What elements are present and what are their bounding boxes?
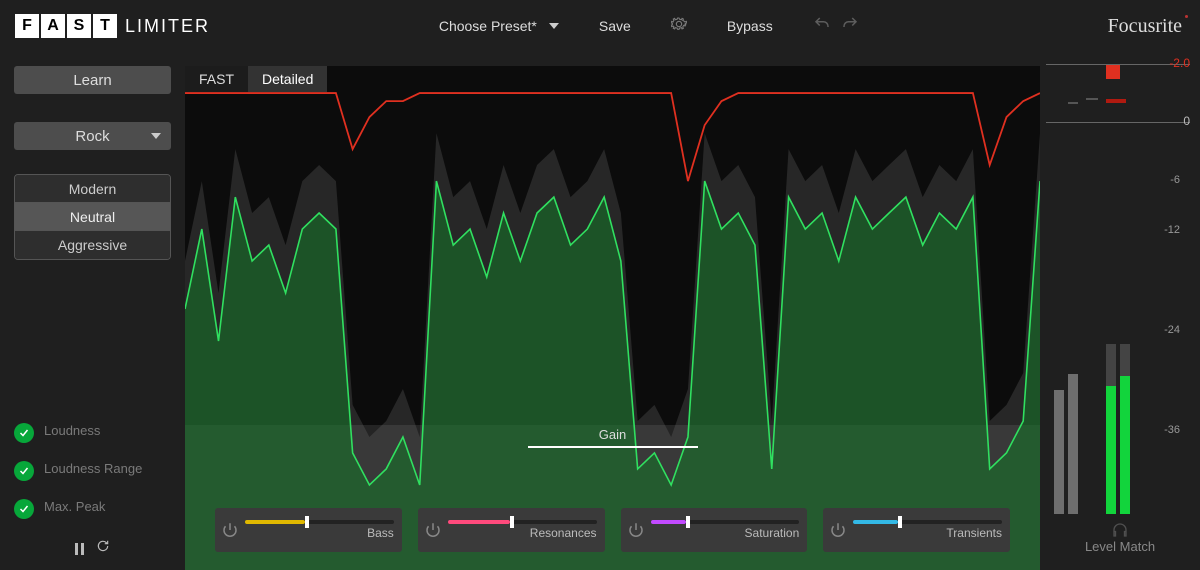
param-transients: Transients [823, 508, 1010, 552]
main-display: FASTDetailed Gain Bass Resonances Saturati… [185, 52, 1040, 570]
power-toggle[interactable] [424, 521, 442, 539]
learn-button[interactable]: Learn [14, 66, 171, 94]
headphones-icon [1111, 521, 1129, 539]
bypass-button[interactable]: Bypass [727, 18, 773, 34]
logo-letter: A [41, 14, 65, 38]
param-slider[interactable] [448, 520, 597, 524]
check-row: Loudness Range [14, 461, 171, 481]
gain-label: Gain [528, 427, 698, 442]
zero-label: 0 [1183, 114, 1190, 128]
redo-icon [841, 15, 859, 33]
check-row: Loudness [14, 423, 171, 443]
param-label: Saturation [651, 526, 800, 540]
pause-icon [75, 543, 84, 555]
view-tabs: FASTDetailed [185, 66, 327, 92]
param-resonances: Resonances [418, 508, 605, 552]
meter-tick: -6 [1170, 174, 1180, 186]
power-toggle[interactable] [627, 521, 645, 539]
genre-select[interactable]: Rock [14, 122, 171, 150]
param-label: Bass [245, 526, 394, 540]
logo-letter: T [93, 14, 117, 38]
meter-bar [1068, 374, 1078, 514]
logo-letter: F [15, 14, 39, 38]
preset-selector[interactable]: Choose Preset* [439, 18, 559, 34]
header: FAST LIMITER Choose Preset* Save Bypass [0, 0, 1200, 52]
check-label: Loudness Range [44, 461, 142, 476]
loop-icon [96, 539, 110, 553]
meter-panel: -2.0 0 -6 -12 -24 -36 Level Match [1040, 52, 1200, 570]
meter-tick: -36 [1164, 424, 1180, 436]
power-toggle[interactable] [829, 521, 847, 539]
check-icon [14, 499, 34, 519]
style-modern[interactable]: Modern [15, 175, 170, 203]
tab-detailed[interactable]: Detailed [248, 66, 327, 92]
param-slider[interactable] [651, 520, 800, 524]
param-label: Resonances [448, 526, 597, 540]
pause-button[interactable] [75, 543, 84, 555]
param-slider[interactable] [245, 520, 394, 524]
undo-button[interactable] [813, 15, 831, 38]
peak-indicator [1106, 65, 1120, 79]
check-label: Max. Peak [44, 499, 105, 514]
meter-bar [1106, 344, 1116, 514]
check-icon [14, 423, 34, 443]
check-label: Loudness [44, 423, 100, 438]
meter-bar [1120, 344, 1130, 514]
sidebar: Learn Rock ModernNeutralAggressive Loudn… [0, 52, 185, 570]
meter-tick: -24 [1164, 324, 1180, 336]
check-icon [14, 461, 34, 481]
level-match-button[interactable]: Level Match [1040, 539, 1200, 554]
peak-value: -2.0 [1169, 56, 1190, 70]
tab-fast[interactable]: FAST [185, 66, 248, 92]
param-saturation: Saturation [621, 508, 808, 552]
check-row: Max. Peak [14, 499, 171, 519]
waveform-chart [185, 80, 1040, 570]
chevron-down-icon [151, 133, 161, 139]
param-slider[interactable] [853, 520, 1002, 524]
meter-tick: -12 [1164, 224, 1180, 236]
meter-bar [1054, 390, 1064, 514]
brand-logo: Focusrite [1108, 15, 1182, 38]
app-logo: FAST LIMITER [15, 14, 210, 38]
power-toggle[interactable] [221, 521, 239, 539]
zero-line [1046, 122, 1190, 123]
redo-button[interactable] [841, 15, 859, 38]
chevron-down-icon [549, 23, 559, 29]
save-button[interactable]: Save [599, 18, 631, 34]
gain-control[interactable]: Gain [528, 427, 698, 448]
gear-icon [671, 16, 687, 32]
logo-letter: S [67, 14, 91, 38]
param-label: Transients [853, 526, 1002, 540]
style-aggressive[interactable]: Aggressive [15, 231, 170, 259]
gain-slider-track[interactable] [528, 446, 698, 448]
settings-button[interactable] [671, 16, 687, 37]
logo-text: LIMITER [125, 16, 210, 37]
level-meters: -6 -12 -24 -36 [1046, 131, 1190, 570]
style-group: ModernNeutralAggressive [14, 174, 171, 260]
param-bass: Bass [215, 508, 402, 552]
style-neutral[interactable]: Neutral [15, 203, 170, 231]
peak-indicator-2 [1106, 99, 1126, 103]
loop-button[interactable] [96, 539, 110, 558]
undo-icon [813, 15, 831, 33]
preset-label: Choose Preset* [439, 18, 537, 34]
